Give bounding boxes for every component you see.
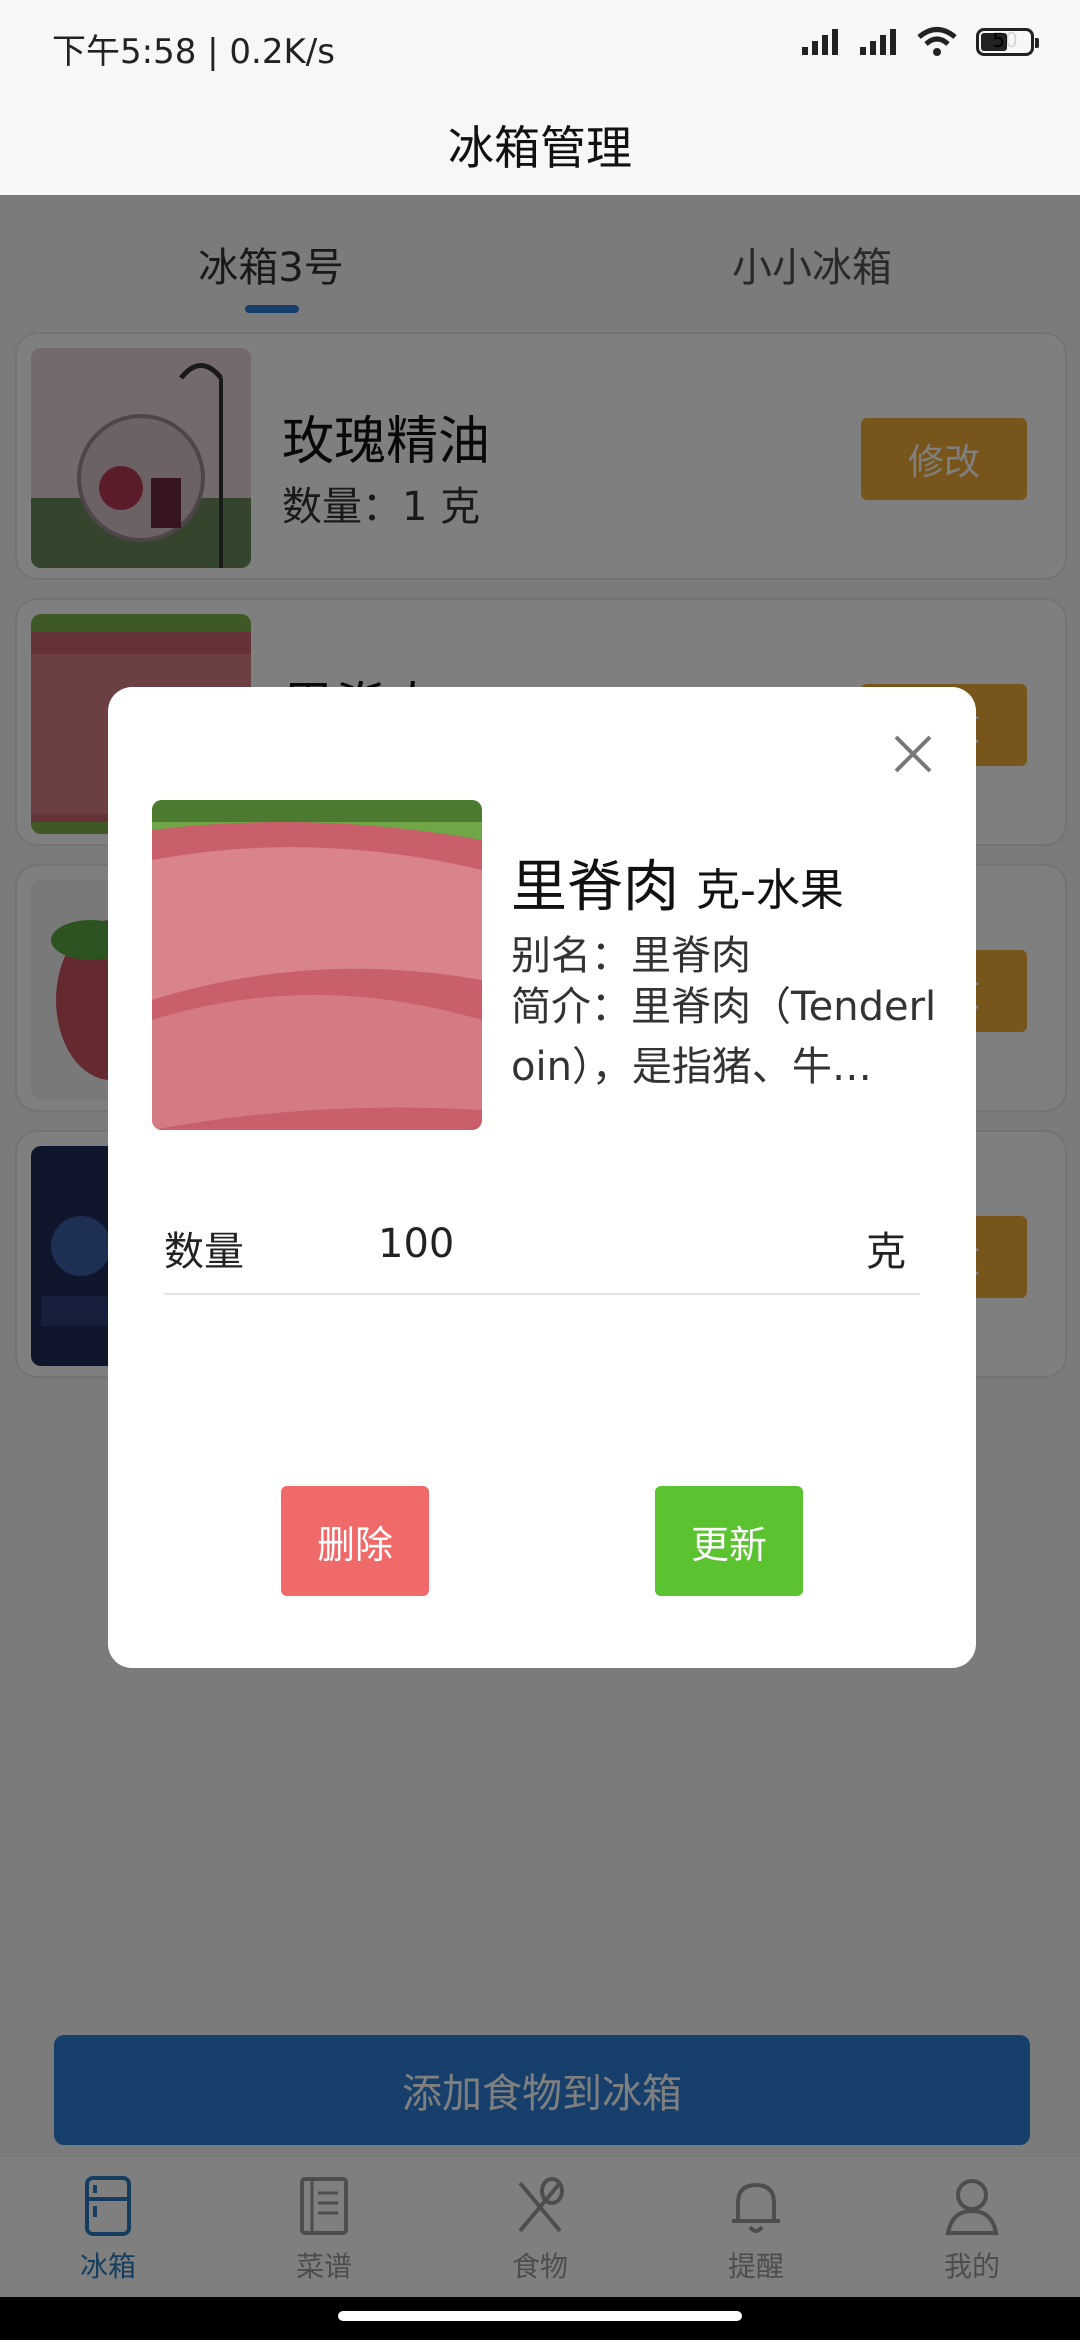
status-time: 下午5:58 | 0.2K/s [52,32,335,72]
quantity-input[interactable]: 100 [378,1221,454,1267]
gesture-area [0,2297,1080,2340]
food-detail-dialog: 里脊肉 克-水果 别名：里脊肉 简介：里脊肉（Tenderloin），是指猪、牛… [108,687,976,1668]
update-button[interactable]: 更新 [655,1486,803,1596]
status-bar: 下午5:58 | 0.2K/s 50 [0,0,1080,95]
quantity-row: 数量 100 克 [164,1207,920,1295]
wifi-icon [917,27,957,56]
food-intro: 简介：里脊肉（Tenderloin），是指猪、牛… [511,984,937,1090]
status-icons: 50 [800,26,1039,58]
app-bar: 冰箱管理 [0,95,1080,195]
signal-icon [802,29,838,55]
home-indicator[interactable] [338,2311,742,2321]
food-image [152,800,482,1130]
battery-icon: 50 [976,28,1039,56]
signal-icon [860,29,896,55]
delete-button[interactable]: 删除 [281,1486,429,1596]
close-icon[interactable] [888,729,938,779]
quantity-label: 数量 [164,1229,244,1275]
quantity-unit: 克 [866,1229,906,1275]
page-title: 冰箱管理 [448,121,632,175]
battery-level: 50 [992,28,1018,52]
food-category: 克-水果 [696,865,844,916]
food-alias: 别名：里脊肉 [511,933,751,979]
food-name: 里脊肉 [511,855,679,920]
